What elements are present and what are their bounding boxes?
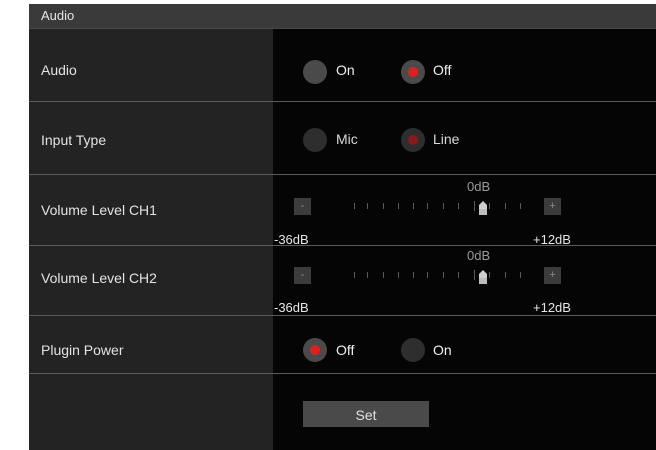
section-title: Audio bbox=[41, 8, 75, 23]
slider-tick bbox=[520, 203, 521, 209]
input-line-label: Line bbox=[433, 131, 460, 147]
slider-tick bbox=[520, 272, 521, 278]
divider bbox=[29, 174, 656, 175]
slider-tick bbox=[413, 203, 414, 209]
slider-tick bbox=[398, 272, 399, 278]
plugin-power-on-label: On bbox=[433, 342, 452, 358]
audio-off-label: Off bbox=[433, 62, 452, 78]
slider-tick bbox=[443, 203, 444, 209]
audio-label: Audio bbox=[41, 62, 77, 78]
slider-tick bbox=[505, 272, 506, 278]
section-header: Audio bbox=[29, 4, 656, 29]
slider-tick bbox=[474, 201, 475, 211]
divider bbox=[29, 373, 656, 374]
slider-tick bbox=[367, 272, 368, 278]
plugin-power-off-radio[interactable] bbox=[303, 338, 327, 362]
volume-ch2-slider-thumb[interactable] bbox=[476, 278, 490, 292]
control-column bbox=[273, 29, 656, 450]
slider-tick bbox=[443, 272, 444, 278]
set-button[interactable]: Set bbox=[303, 401, 429, 427]
slider-tick bbox=[354, 203, 355, 209]
slider-tick bbox=[383, 203, 384, 209]
slider-tick bbox=[413, 272, 414, 278]
plugin-power-on-radio[interactable] bbox=[401, 338, 425, 362]
input-mic-radio[interactable] bbox=[303, 128, 327, 152]
divider bbox=[29, 245, 656, 246]
input-mic-label: Mic bbox=[336, 131, 358, 147]
top-clip bbox=[0, 0, 656, 4]
slider-tick bbox=[398, 203, 399, 209]
slider-tick bbox=[367, 203, 368, 209]
volume-ch1-increase-button[interactable]: + bbox=[544, 198, 561, 215]
slider-tick bbox=[427, 203, 428, 209]
slider-tick bbox=[505, 203, 506, 209]
slider-tick bbox=[458, 272, 459, 278]
divider bbox=[29, 101, 656, 102]
volume-ch1-decrease-button[interactable]: - bbox=[294, 198, 311, 215]
input-line-radio[interactable] bbox=[401, 128, 425, 152]
volume-ch2-decrease-button[interactable]: - bbox=[294, 267, 311, 284]
audio-off-radio[interactable] bbox=[401, 60, 425, 84]
slider-tick bbox=[354, 272, 355, 278]
divider bbox=[29, 315, 656, 316]
audio-on-radio[interactable] bbox=[303, 60, 327, 84]
input-type-label: Input Type bbox=[41, 132, 107, 148]
plugin-power-off-label: Off bbox=[336, 342, 355, 358]
slider-tick bbox=[383, 272, 384, 278]
slider-tick bbox=[489, 203, 490, 209]
volume-ch2-min-label: -36dB bbox=[274, 300, 309, 315]
label-column bbox=[29, 29, 273, 450]
slider-tick bbox=[474, 270, 475, 280]
volume-ch2-center-label: 0dB bbox=[467, 248, 491, 263]
volume-ch1-slider-thumb[interactable] bbox=[476, 209, 490, 223]
slider-tick bbox=[458, 203, 459, 209]
volume-ch1-center-label: 0dB bbox=[467, 179, 491, 194]
slider-tick bbox=[427, 272, 428, 278]
slider-tick bbox=[489, 272, 490, 278]
audio-on-label: On bbox=[336, 62, 355, 78]
volume-ch2-max-label: +12dB bbox=[533, 300, 571, 315]
volume-ch1-label: Volume Level CH1 bbox=[41, 202, 157, 218]
volume-ch2-increase-button[interactable]: + bbox=[544, 267, 561, 284]
volume-ch2-label: Volume Level CH2 bbox=[41, 270, 157, 286]
plugin-power-label: Plugin Power bbox=[41, 342, 124, 358]
audio-settings-panel: Audio Audio On Off Input Type Mic Line V… bbox=[29, 4, 656, 450]
